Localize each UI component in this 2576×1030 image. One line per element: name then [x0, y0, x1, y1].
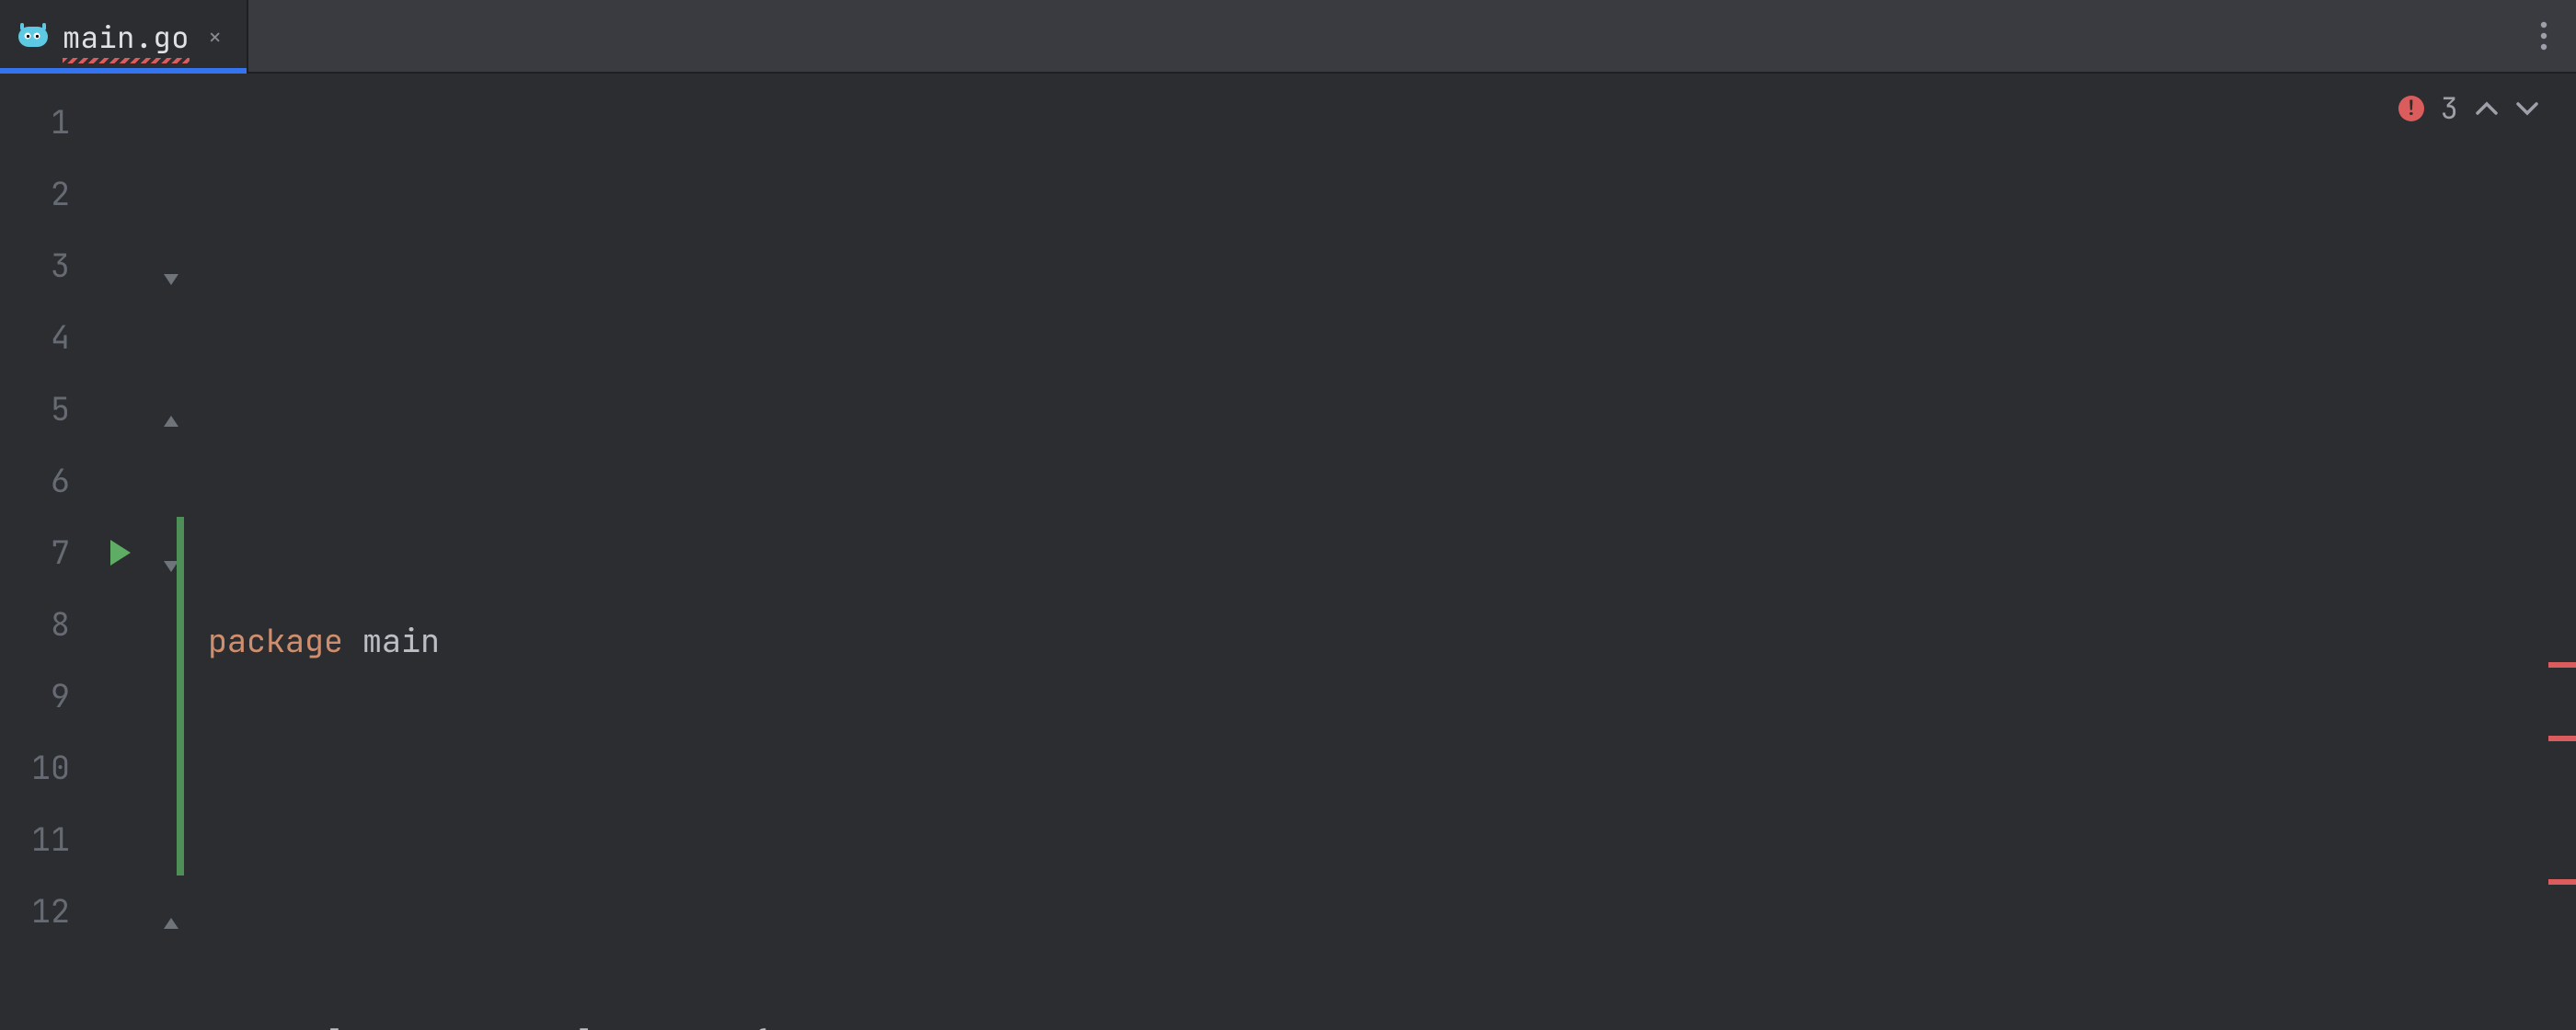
- token-punc: ]: [575, 1022, 614, 1030]
- token-ident: T: [305, 1022, 324, 1030]
- tab-filename-wrap: main.go: [63, 15, 190, 58]
- fold-toggle-icon[interactable]: [161, 399, 181, 419]
- line-number: 8: [17, 589, 70, 660]
- tab-filename: main.go: [63, 17, 190, 57]
- token-typeparam: A: [343, 1022, 362, 1030]
- line-number: 5: [17, 373, 70, 445]
- run-gutter-icon[interactable]: [110, 540, 131, 566]
- line-number: 10: [17, 732, 70, 804]
- fold-toggle-icon[interactable]: [161, 901, 181, 921]
- gutter: 1 2 3 4 5 6 7 8 9 10 11 12: [0, 74, 184, 1030]
- token-keyword: any: [517, 1022, 575, 1030]
- chevron-up-icon[interactable]: [2475, 97, 2499, 120]
- error-count: 3: [2441, 88, 2458, 128]
- line-number: 4: [17, 302, 70, 373]
- line-number: 2: [17, 158, 70, 230]
- inspections-widget[interactable]: ! 3: [2398, 88, 2539, 128]
- line-number: 11: [17, 804, 70, 876]
- token-punc: {: [749, 1022, 768, 1030]
- token-punc: ,: [440, 1022, 478, 1030]
- line-number: 7: [17, 517, 70, 589]
- go-file-icon: [17, 19, 50, 52]
- line-number: 9: [17, 660, 70, 732]
- code-line[interactable]: package main: [208, 605, 2576, 677]
- token-keyword: package: [208, 619, 343, 662]
- line-number: 3: [17, 230, 70, 302]
- error-stripe-marker[interactable]: [2548, 662, 2576, 668]
- error-count-icon: !: [2398, 96, 2424, 121]
- code-line[interactable]: [208, 807, 2576, 878]
- token-keyword: struct: [614, 1022, 730, 1030]
- token-keyword: type: [208, 1022, 285, 1030]
- token-punc: [: [324, 1022, 343, 1030]
- editor: 1 2 3 4 5 6 7 8 9 10 11 12: [0, 74, 2576, 1030]
- line-number: 1: [17, 86, 70, 158]
- line-number: 12: [17, 876, 70, 947]
- tab-bar-overflow-menu[interactable]: [2512, 0, 2576, 72]
- close-tab-icon[interactable]: ×: [208, 20, 223, 52]
- tab-error-squiggle: [63, 58, 190, 63]
- error-stripe-marker[interactable]: [2548, 879, 2576, 885]
- token-ident: main: [362, 619, 440, 662]
- error-stripe-marker[interactable]: [2548, 736, 2576, 741]
- file-tab-main-go[interactable]: main.go ×: [0, 0, 248, 72]
- code-line[interactable]: type T[A any, B any] struct {: [208, 1008, 2576, 1030]
- token-typeparam: B: [478, 1022, 498, 1030]
- line-number: 6: [17, 445, 70, 517]
- fold-toggle-icon[interactable]: [161, 256, 181, 276]
- token-keyword: any: [382, 1022, 440, 1030]
- tab-bar: main.go ×: [0, 0, 2576, 74]
- code-area[interactable]: ! 3 package main type T[A any, B any] st…: [184, 74, 2576, 1030]
- chevron-down-icon[interactable]: [2515, 97, 2539, 120]
